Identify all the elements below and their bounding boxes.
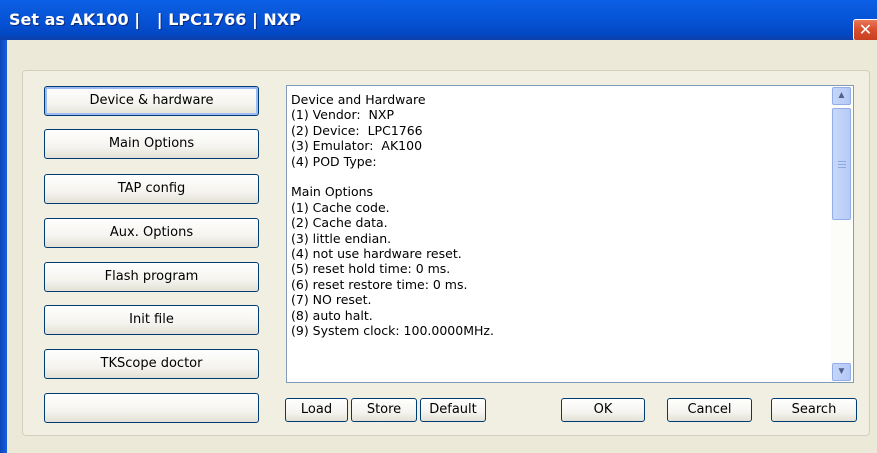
settings-dialog: Set as AK100 | | LPC1766 | NXP ✕ Device … bbox=[0, 0, 877, 453]
info-line: (7) NO reset. bbox=[291, 292, 372, 308]
flash-program-button[interactable]: Flash program bbox=[44, 262, 259, 292]
info-line bbox=[291, 169, 831, 184]
info-text-content: Device and Hardware (1) Vendor: NXP (2) De… bbox=[291, 92, 831, 339]
close-icon: ✕ bbox=[858, 20, 873, 39]
close-button[interactable]: ✕ bbox=[853, 19, 877, 41]
info-line: (4) not use hardware reset. bbox=[291, 246, 462, 262]
info-line: (3) little endian. bbox=[291, 230, 392, 246]
scroll-thumb[interactable] bbox=[832, 108, 851, 220]
info-line: (1) Cache code. bbox=[291, 199, 390, 215]
info-line: (4) POD Type: bbox=[291, 153, 377, 169]
info-line: (6) reset restore time: 0 ms. bbox=[291, 276, 468, 292]
cancel-button[interactable]: Cancel bbox=[667, 398, 752, 422]
info-line: (2) Device: LPC1766 bbox=[291, 122, 423, 138]
vertical-scrollbar[interactable]: ▲ ▼ bbox=[831, 86, 852, 382]
init-file-button[interactable]: Init file bbox=[44, 305, 259, 335]
info-line: (9) System clock: 100.0000MHz. bbox=[291, 323, 494, 339]
scroll-up-button[interactable]: ▲ bbox=[832, 87, 851, 105]
info-line: Device and Hardware bbox=[291, 92, 426, 107]
info-line: Main Options bbox=[291, 184, 374, 200]
info-line: (3) Emulator: AK100 bbox=[291, 138, 423, 154]
thumb-grip-line bbox=[838, 167, 846, 168]
chevron-up-icon: ▲ bbox=[836, 90, 847, 101]
window-frame-left bbox=[0, 40, 7, 453]
chevron-down-icon: ▼ bbox=[836, 366, 847, 377]
info-line: (5) reset hold time: 0 ms. bbox=[291, 261, 451, 277]
info-line: (2) Cache data. bbox=[291, 215, 388, 231]
scroll-down-button[interactable]: ▼ bbox=[832, 363, 851, 381]
default-button[interactable]: Default bbox=[420, 398, 486, 422]
main-options-button[interactable]: Main Options bbox=[44, 129, 259, 159]
load-button[interactable]: Load bbox=[285, 398, 348, 422]
info-line: (1) Vendor: NXP bbox=[291, 107, 394, 123]
info-line: (8) auto halt. bbox=[291, 307, 373, 323]
ok-button[interactable]: OK bbox=[561, 398, 645, 422]
search-button[interactable]: Search bbox=[771, 398, 857, 422]
tap-config-button[interactable]: TAP config bbox=[44, 174, 259, 204]
title-bar[interactable]: Set as AK100 | | LPC1766 | NXP ✕ bbox=[0, 0, 877, 41]
window-title: Set as AK100 | | LPC1766 | NXP bbox=[9, 10, 301, 29]
thumb-grip-line bbox=[838, 161, 846, 162]
store-button[interactable]: Store bbox=[351, 398, 417, 422]
aux-options-button[interactable]: Aux. Options bbox=[44, 218, 259, 248]
tkscope-doctor-button[interactable]: TKScope doctor bbox=[44, 349, 259, 379]
device-hardware-button[interactable]: Device & hardware bbox=[44, 86, 259, 116]
blank-button[interactable] bbox=[44, 393, 259, 423]
info-text-area[interactable]: Device and Hardware (1) Vendor: NXP (2) De… bbox=[286, 85, 854, 383]
thumb-grip-line bbox=[838, 164, 846, 165]
